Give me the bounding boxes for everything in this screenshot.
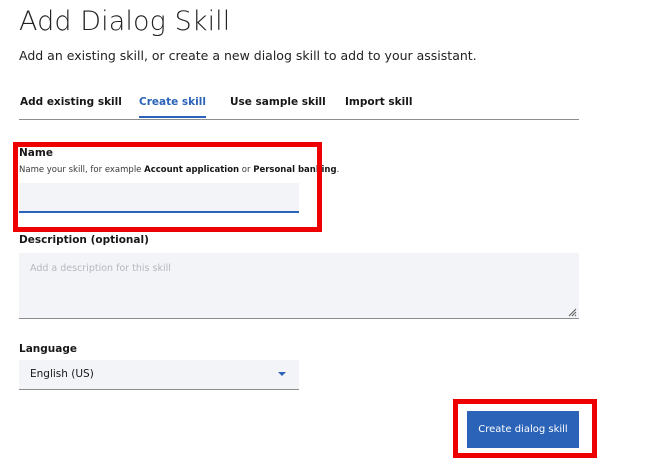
name-input[interactable]	[19, 183, 299, 213]
helper-suffix: .	[336, 165, 340, 175]
page-title: Add Dialog Skill	[19, 6, 231, 37]
name-helper-text: Name your skill, for example Account app…	[19, 165, 339, 175]
helper-middle: or	[239, 165, 254, 175]
tab-use-sample-skill[interactable]: Use sample skill	[230, 96, 326, 118]
chevron-down-icon	[278, 372, 286, 376]
name-label: Name	[19, 147, 53, 159]
add-dialog-skill-page: Add Dialog Skill Add an existing skill, …	[0, 0, 668, 476]
language-select[interactable]: English (US)	[19, 360, 299, 390]
tab-add-existing-skill[interactable]: Add existing skill	[20, 96, 122, 118]
helper-prefix: Name your skill, for example	[19, 165, 145, 175]
page-subtitle: Add an existing skill, or create a new d…	[19, 48, 477, 63]
tab-create-skill[interactable]: Create skill	[139, 96, 206, 118]
resize-handle-icon[interactable]	[567, 307, 577, 317]
tab-import-skill[interactable]: Import skill	[345, 96, 412, 118]
description-label: Description (optional)	[19, 234, 149, 246]
helper-example-personal-banking: Personal banking	[253, 165, 337, 175]
language-label: Language	[19, 343, 77, 355]
helper-example-account-application: Account application	[144, 165, 240, 175]
description-textarea[interactable]	[19, 253, 579, 319]
create-dialog-skill-button[interactable]: Create dialog skill	[467, 411, 579, 448]
language-selected-value: English (US)	[30, 368, 94, 380]
skill-tabs: Add existing skill Create skill Use samp…	[19, 88, 579, 120]
